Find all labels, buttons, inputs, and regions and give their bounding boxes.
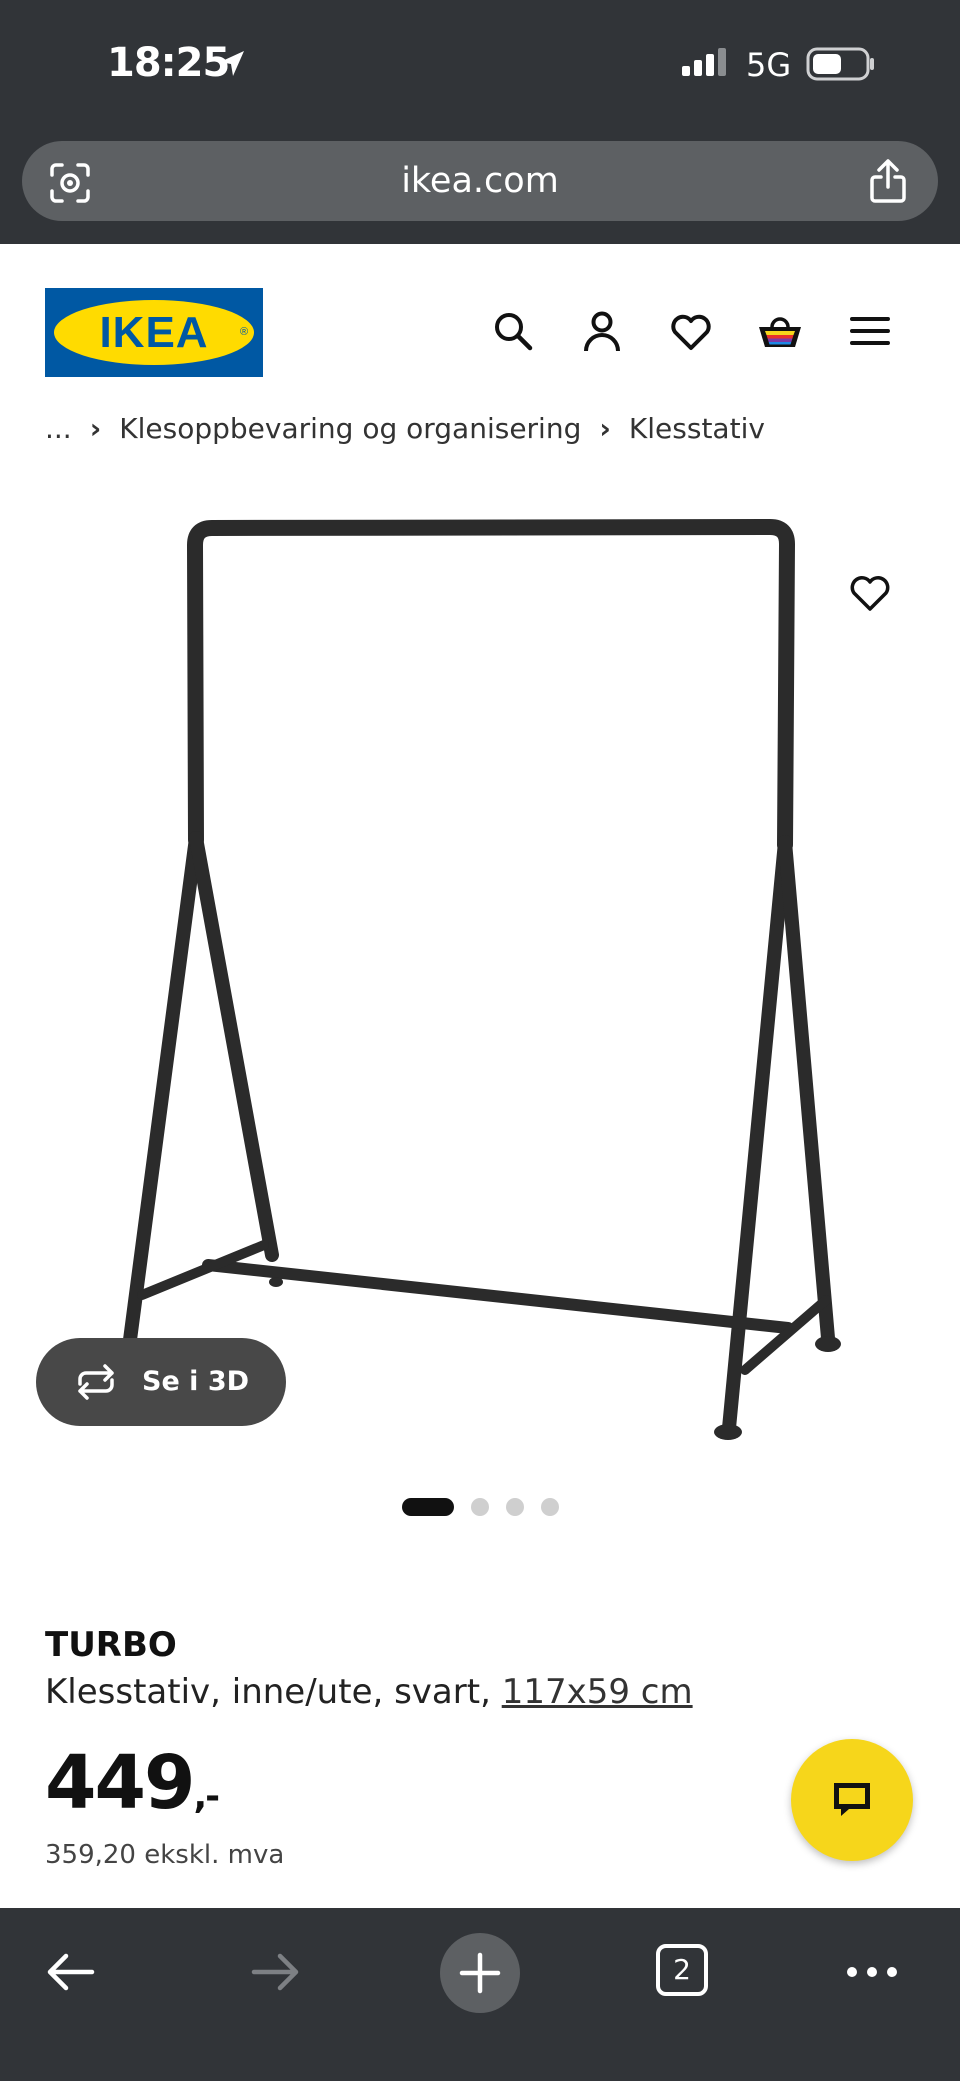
logo-text: IKEA: [99, 308, 209, 357]
favorite-heart-icon[interactable]: [846, 568, 894, 616]
breadcrumb-ellipsis[interactable]: ...: [45, 412, 72, 445]
chat-bubble-icon: [834, 1783, 870, 1816]
product-image[interactable]: [0, 480, 960, 1460]
logo-ellipse: IKEA ®: [54, 300, 254, 365]
forward-arrow-icon[interactable]: [250, 1948, 302, 1996]
breadcrumb-item-clothes-rack[interactable]: Klesstativ: [629, 412, 765, 445]
gallery-dot-3[interactable]: [505, 1498, 524, 1516]
breadcrumb: ... › Klesoppbevaring og organisering › …: [45, 408, 765, 448]
browser-chrome-top: 18:25 5G ikea.com: [0, 0, 960, 244]
status-time: 18:25: [107, 40, 230, 86]
network-type: 5G: [746, 46, 792, 84]
gallery-dot-2[interactable]: [470, 1498, 489, 1516]
cart-icon[interactable]: [756, 307, 804, 355]
price-value: 449: [45, 1740, 195, 1826]
product-dimensions-link[interactable]: 117x59 cm: [502, 1672, 693, 1712]
new-tab-button[interactable]: [440, 1933, 520, 2013]
cellular-signal-icon: [682, 48, 726, 76]
user-icon[interactable]: [578, 307, 626, 355]
search-icon[interactable]: [489, 307, 537, 355]
see-in-3d-label: Se i 3D: [142, 1366, 250, 1397]
registered-mark: ®: [240, 326, 249, 338]
see-in-3d-button[interactable]: Se i 3D: [36, 1338, 286, 1426]
url-text[interactable]: ikea.com: [22, 141, 938, 221]
chevron-right-icon: ›: [89, 411, 102, 445]
ikea-logo[interactable]: IKEA ®: [45, 288, 263, 377]
gallery-dot-1[interactable]: [401, 1498, 454, 1516]
browser-toolbar-bottom: 2: [0, 1908, 960, 2081]
product-price: 449,-: [45, 1740, 220, 1826]
plus-icon: [459, 1952, 501, 1994]
product-description: Klesstativ, inne/ute, svart, 117x59 cm: [45, 1672, 693, 1712]
chevron-right-icon: ›: [599, 411, 611, 445]
menu-icon[interactable]: [846, 307, 894, 355]
price-ex-vat: 359,20 ekskl. mva: [45, 1840, 285, 1870]
product-name: TURBO: [45, 1625, 177, 1665]
breadcrumb-item-clothes-storage[interactable]: Klesoppbevaring og organisering: [119, 412, 581, 445]
product-type: Klesstativ, inne/ute, svart,: [45, 1672, 502, 1712]
chat-button[interactable]: [791, 1739, 913, 1861]
rotate-3d-icon: [78, 1364, 114, 1400]
gallery-dot-4[interactable]: [540, 1498, 559, 1516]
price-suffix: ,-: [193, 1776, 220, 1817]
address-bar[interactable]: ikea.com: [22, 141, 938, 221]
heart-icon[interactable]: [667, 307, 715, 355]
tabs-button[interactable]: 2: [656, 1944, 708, 1996]
battery-icon: [806, 47, 874, 81]
back-arrow-icon[interactable]: [44, 1948, 96, 1996]
location-arrow-icon: [220, 51, 244, 76]
share-icon[interactable]: [866, 157, 910, 205]
gallery-pagination: [0, 1497, 960, 1517]
more-icon[interactable]: [844, 1948, 900, 1996]
